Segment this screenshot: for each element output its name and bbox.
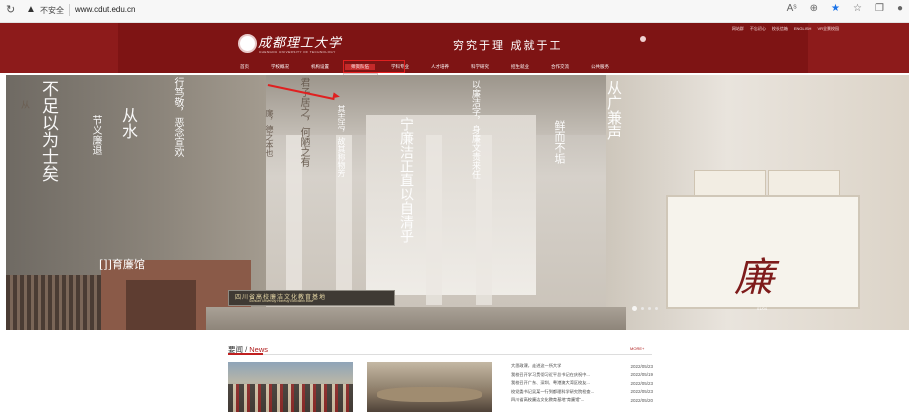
hero-calligraphy: 宁廉洁正直以自清乎 (398, 117, 414, 243)
browser-toolbar: ↻ ▲ 不安全 www.cdut.edu.cn Aˢ ⊕ ★ ☆ ❐ ● (0, 0, 909, 23)
hero-calligraphy: 鲜而不垢 (553, 120, 566, 164)
university-emblem-icon[interactable] (238, 34, 257, 53)
university-logo-subtitle: CHENGDU UNIVERSITY OF TECHNOLOGY (259, 50, 336, 54)
news-photo-2[interactable] (367, 362, 492, 412)
news-list: 大思政课，走进这一所大学 2022/05/23 我校召开学习贯彻习近平总书记在庆祝… (511, 362, 653, 405)
address-bar[interactable]: www.cdut.edu.cn (75, 5, 135, 14)
photo-crowd (228, 384, 353, 412)
hero-calligraphy: 其志洁，故其称物芳 (337, 105, 346, 177)
nav-item-services[interactable]: 公共服务 (591, 64, 609, 70)
annotation-arrow-head-icon (332, 92, 341, 100)
top-link[interactable]: ENGLISH (794, 26, 812, 32)
news-photo-1[interactable] (228, 362, 353, 412)
news-item-title[interactable]: 四川省高校廉洁文化教育基地“育廉馆”... (511, 397, 601, 403)
toolbar-icons: Aˢ ⊕ ★ ☆ ❐ ● (787, 3, 903, 14)
nav-item-overview[interactable]: 学校概况 (271, 64, 289, 70)
hero-floor (206, 307, 626, 330)
carousel-dot[interactable] (641, 307, 644, 310)
top-link[interactable]: VR全景校园 (817, 26, 839, 32)
top-link[interactable]: 不忘初心 (750, 26, 766, 32)
news-item-date: 2022/05/23 (630, 389, 653, 395)
news-item[interactable]: 校党委书记吴某一行到都理科学研究院检查... 2022/05/23 (511, 388, 653, 397)
main-nav: 首页 学校概况 机构设置 师资队伍 学科专业 人才培养 科学研究 招生就业 合作… (240, 64, 631, 70)
carousel-dot[interactable] (648, 307, 651, 310)
carousel-page-indicator: 01/04 (757, 306, 768, 311)
nav-item-research[interactable]: 科学研究 (471, 64, 489, 70)
news-item[interactable]: 大思政课，走进这一所大学 2022/05/23 (511, 362, 653, 371)
carousel-dot[interactable] (632, 306, 637, 311)
news-item-title[interactable]: 大思政课，走进这一所大学 (511, 363, 601, 369)
nav-item-education[interactable]: 人才培养 (431, 64, 449, 70)
nav-item-institutions[interactable]: 机构设置 (311, 64, 329, 70)
university-logo-text[interactable]: 成都理工大学 (258, 32, 342, 51)
news-item[interactable]: 我校召开广东、深圳、粤港澳大湾区校友... 2022/05/23 (511, 379, 653, 388)
favorites-icon[interactable]: ☆ (853, 3, 862, 14)
carousel-dots (632, 306, 658, 311)
signboard-subtitle: Sichuan University Honesty Education Bas… (249, 299, 314, 303)
security-label[interactable]: 不安全 (40, 5, 64, 16)
zoom-icon[interactable]: ⊕ (810, 3, 818, 14)
nav-item-admissions[interactable]: 招生就业 (511, 64, 529, 70)
profile-icon[interactable]: ● (897, 3, 903, 14)
top-link[interactable]: 校长信箱 (772, 26, 788, 32)
news-item-title[interactable]: 我校召开广东、深圳、粤港澳大湾区校友... (511, 380, 601, 386)
hero-pillar (426, 135, 442, 305)
carousel-dot[interactable] (655, 307, 658, 310)
yulian-hall-label: []]育廉馆 (99, 258, 145, 271)
nav-highlight-box (343, 60, 405, 73)
nav-item-home[interactable]: 首页 (240, 64, 249, 70)
top-links: 网站群 不忘初心 校长信箱 ENGLISH VR全景校园 (732, 26, 839, 32)
news-item-title[interactable]: 校党委书记吴某一行到都理科学研究院检查... (511, 389, 601, 395)
hero-building-door (126, 280, 196, 330)
warning-icon[interactable]: ▲ (26, 4, 36, 15)
hero-calligraphy: 节义廉退 (90, 115, 101, 155)
hero-banner[interactable]: 廉 不足以为士矣 节义廉退 从水 行笃敬，恶念宣欢 其志洁，故其称物芳 宁廉洁正… (6, 75, 909, 330)
news-more-link[interactable]: MORE+ (630, 346, 644, 351)
refresh-icon[interactable]: ↻ (6, 3, 15, 16)
news-item-date: 2022/05/19 (630, 372, 653, 378)
university-motto: 穷究于理 成就于工 (453, 39, 563, 52)
news-item[interactable]: 四川省高校廉洁文化教育基地“育廉馆”... 2022/05/20 (511, 396, 653, 405)
hero-calligraphy: 不足以为士矣 (38, 80, 58, 182)
news-item[interactable]: 我校召开学习贯彻习近平总书记在庆祝中... 2022/05/19 (511, 371, 653, 380)
collections-icon[interactable]: ❐ (875, 3, 884, 14)
favorite-star-icon[interactable]: ★ (831, 3, 840, 14)
photo-meeting-table (377, 387, 482, 402)
news-item-date: 2022/05/23 (630, 363, 653, 369)
news-item-title[interactable]: 我校召开学习贯彻习近平总书记在庆祝中... (511, 372, 601, 378)
news-divider-accent (228, 353, 263, 355)
hero-calligraphy: 行笃敬，恶念宣欢 (172, 77, 183, 157)
nav-item-cooperation[interactable]: 合作交流 (551, 64, 569, 70)
read-aloud-icon[interactable]: Aˢ (787, 3, 797, 14)
hero-hall (366, 115, 536, 295)
header-ornament-icon (640, 36, 646, 42)
news-item-date: 2022/05/23 (630, 380, 653, 386)
hero-calligraphy: 从广兼声 (605, 80, 623, 140)
hero-calligraphy: 从 (19, 100, 29, 109)
url-separator (69, 4, 70, 16)
news-item-date: 2022/05/20 (630, 397, 653, 403)
hero-calligraphy: 从水 (119, 107, 138, 139)
hero-calligraphy: 以廉洁字，身廉文贵来任 (470, 80, 480, 179)
education-base-signboard: 四川省高校廉洁文化教育基地 Sichuan University Honesty… (228, 290, 395, 306)
top-link[interactable]: 网站群 (732, 26, 744, 32)
news-divider (228, 354, 652, 355)
hero-lian-character: 廉 (734, 255, 774, 301)
hero-calligraphy: 廉，德之本也 (265, 109, 274, 157)
